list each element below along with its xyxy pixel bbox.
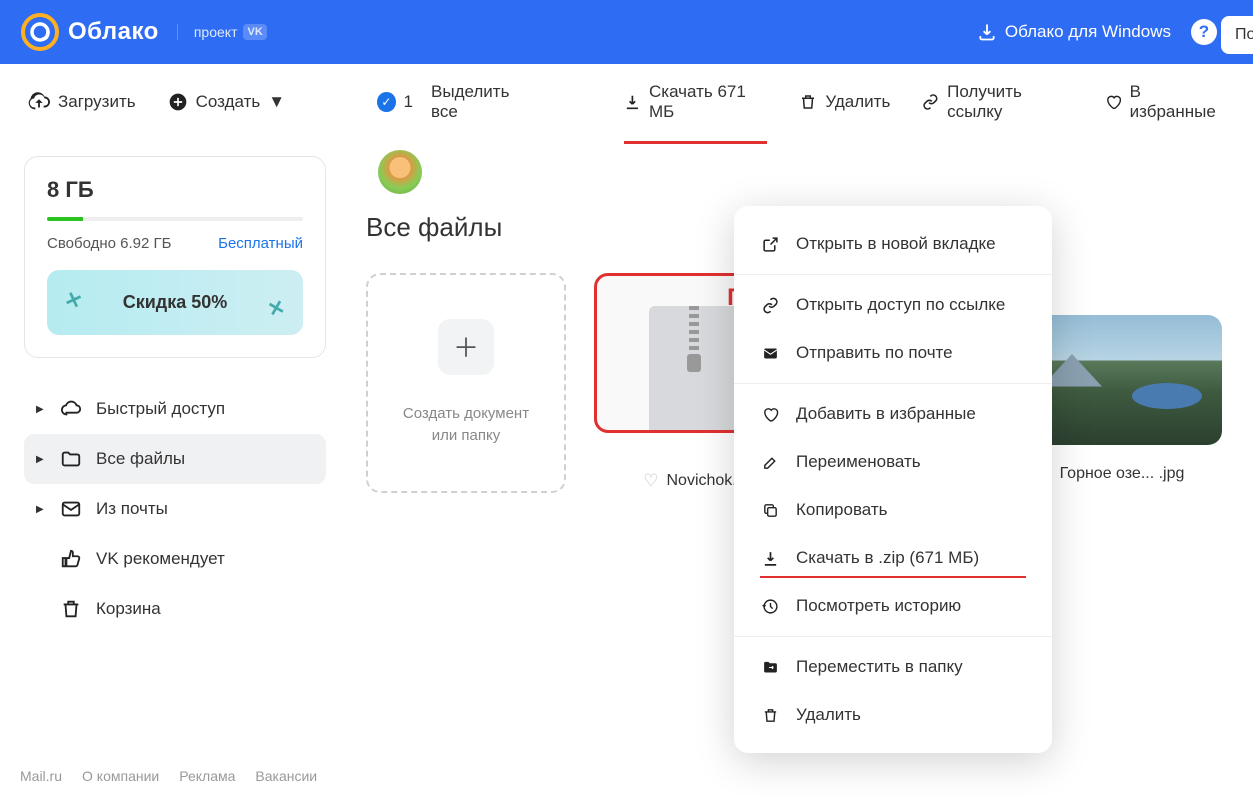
footer-jobs[interactable]: Вакансии	[255, 768, 317, 784]
check-icon: ✓	[377, 92, 395, 112]
cm-add-favorite[interactable]: Добавить в избранные	[734, 390, 1052, 438]
footer: Mail.ru О компании Реклама Вакансии	[20, 768, 317, 784]
history-icon	[760, 598, 780, 615]
file-tile-image[interactable]: Горное озе... .jpg	[1022, 273, 1222, 493]
caret-icon: ▶	[36, 404, 46, 415]
get-link-label: Получить ссылку	[947, 82, 1073, 122]
get-link-button[interactable]: Получить ссылку	[922, 82, 1073, 122]
favorites-button[interactable]: В избранные	[1105, 82, 1225, 122]
cm-label: Отправить по почте	[796, 343, 953, 363]
copy-icon	[760, 502, 780, 519]
cm-label: Открыть в новой вкладке	[796, 234, 996, 254]
storage-total: 8 ГБ	[47, 177, 303, 203]
cm-label: Переименовать	[796, 452, 921, 472]
select-all-button[interactable]: ✓ 1 Выделить все	[377, 82, 532, 122]
nav-vk-recommends[interactable]: ▶ VK рекомендует	[24, 534, 326, 584]
cm-open-new-tab[interactable]: Открыть в новой вкладке	[734, 220, 1052, 268]
image-thumbnail	[1022, 315, 1222, 445]
cm-label: Скачать в .zip (671 МБ)	[796, 548, 979, 568]
edit-icon	[760, 454, 780, 471]
search-button[interactable]: По	[1221, 16, 1253, 54]
mail-icon	[760, 345, 780, 362]
project-text: проект	[194, 24, 238, 40]
delete-button[interactable]: Удалить	[799, 92, 890, 112]
file-name: Novichok.z	[667, 472, 745, 490]
sidebar: 8 ГБ Свободно 6.92 ГБ Бесплатный Скидка …	[0, 140, 350, 650]
vk-badge-icon: VK	[243, 24, 266, 40]
nav-trash-label: Корзина	[96, 599, 161, 619]
zip-file-icon	[649, 306, 739, 430]
windows-download-label: Облако для Windows	[1005, 22, 1171, 42]
cm-history[interactable]: Посмотреть историю	[734, 582, 1052, 630]
cm-move[interactable]: Переместить в папку	[734, 643, 1052, 691]
cm-copy[interactable]: Копировать	[734, 486, 1052, 534]
cm-share-link[interactable]: Открыть доступ по ссылке	[734, 281, 1052, 329]
selected-count: 1	[404, 92, 413, 112]
nav-trash[interactable]: ▶ Корзина	[24, 584, 326, 634]
storage-free: Свободно 6.92 ГБ	[47, 235, 171, 252]
cm-label: Копировать	[796, 500, 888, 520]
caret-icon: ▶	[36, 504, 46, 515]
help-button[interactable]: ?	[1191, 19, 1217, 45]
nav: ▶ Быстрый доступ ▶ Все файлы ▶ Из почты …	[24, 384, 326, 634]
trash-icon	[760, 707, 780, 724]
toolbar: Загрузить Создать ▼ ✓ 1 Выделить все Ска…	[0, 64, 1253, 140]
favorites-label: В избранные	[1130, 82, 1225, 122]
promo-banner[interactable]: Скидка 50%	[47, 270, 303, 335]
create-text-2: или папку	[432, 427, 501, 444]
create-text-1: Создать документ	[403, 405, 529, 422]
move-icon	[760, 659, 780, 676]
cm-send-mail[interactable]: Отправить по почте	[734, 329, 1052, 377]
nav-all-files[interactable]: ▶ Все файлы	[24, 434, 326, 484]
nav-vk-label: VK рекомендует	[96, 549, 225, 569]
project-label: проект VK	[177, 24, 267, 40]
storage-card: 8 ГБ Свободно 6.92 ГБ Бесплатный Скидка …	[24, 156, 326, 358]
context-menu: Открыть в новой вкладке Открыть доступ п…	[734, 206, 1052, 753]
upload-label: Загрузить	[58, 92, 136, 112]
select-all-label: Выделить все	[431, 82, 532, 122]
heart-icon	[760, 406, 780, 423]
footer-ads[interactable]: Реклама	[179, 768, 235, 784]
nav-mail-label: Из почты	[96, 499, 168, 519]
caret-icon: ▶	[36, 454, 46, 465]
cm-download-zip[interactable]: Скачать в .zip (671 МБ)	[734, 534, 1052, 582]
windows-download-button[interactable]: Облако для Windows	[977, 22, 1171, 42]
cm-label: Добавить в избранные	[796, 404, 976, 424]
external-link-icon	[760, 236, 780, 253]
create-tile[interactable]: ＋ Создать документ или папку	[366, 273, 566, 493]
footer-about[interactable]: О компании	[82, 768, 159, 784]
storage-bar	[47, 217, 303, 221]
cm-rename[interactable]: Переименовать	[734, 438, 1052, 486]
create-button[interactable]: Создать ▼	[168, 92, 285, 112]
nav-from-mail[interactable]: ▶ Из почты	[24, 484, 326, 534]
download-icon	[760, 550, 780, 567]
cm-label: Переместить в папку	[796, 657, 963, 677]
cm-label: Удалить	[796, 705, 861, 725]
cm-label: Открыть доступ по ссылке	[796, 295, 1005, 315]
heart-icon[interactable]: ♡	[643, 471, 658, 491]
download-label: Скачать 671 МБ	[649, 82, 767, 122]
nav-quick-label: Быстрый доступ	[96, 399, 225, 419]
nav-all-label: Все файлы	[96, 449, 185, 469]
chevron-down-icon: ▼	[268, 92, 285, 112]
cm-delete[interactable]: Удалить	[734, 691, 1052, 739]
cm-label: Посмотреть историю	[796, 596, 961, 616]
logo-icon[interactable]	[20, 12, 60, 52]
file-name: Горное озе... .jpg	[1060, 465, 1185, 483]
download-button[interactable]: Скачать 671 МБ	[624, 82, 767, 122]
delete-label: Удалить	[825, 92, 890, 112]
link-icon	[760, 297, 780, 314]
plus-icon[interactable]: ＋	[438, 319, 494, 375]
create-label: Создать	[196, 92, 261, 112]
upload-button[interactable]: Загрузить	[28, 91, 136, 113]
footer-mail[interactable]: Mail.ru	[20, 768, 62, 784]
user-avatar[interactable]	[378, 150, 422, 194]
nav-quick-access[interactable]: ▶ Быстрый доступ	[24, 384, 326, 434]
app-header: Облако проект VK Облако для Windows ? По	[0, 0, 1253, 64]
logo-text[interactable]: Облако	[68, 18, 159, 46]
storage-plan-link[interactable]: Бесплатный	[218, 235, 303, 252]
